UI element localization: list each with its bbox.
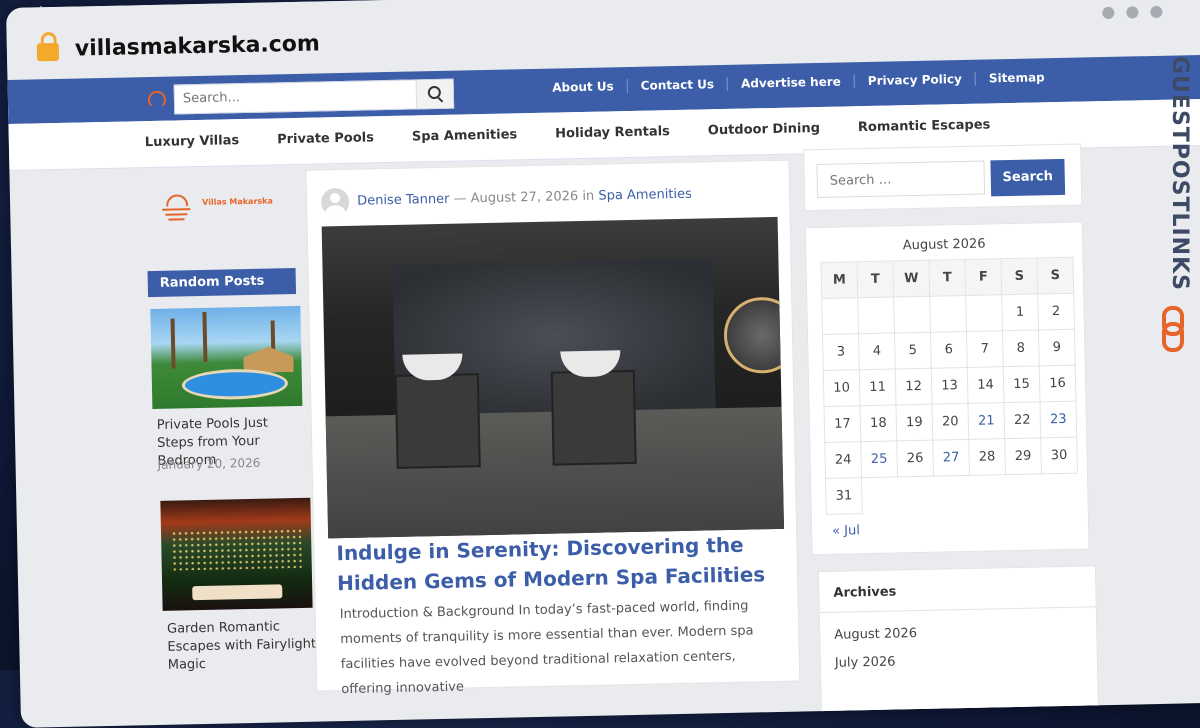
- calendar-day: 12: [895, 368, 933, 406]
- header-search: [173, 78, 455, 115]
- article-excerpt: Introduction & Background In today’s fas…: [339, 598, 754, 698]
- calendar-weekday: M: [821, 262, 859, 299]
- calendar-day[interactable]: 27: [933, 439, 971, 477]
- calendar-day: 28: [969, 439, 1007, 476]
- calendar-blank: [858, 297, 896, 335]
- watermark: GUESTPOSTLINKS: [1154, 56, 1194, 356]
- post-thumbnail[interactable]: [160, 497, 313, 611]
- calendar-day: 4: [859, 333, 896, 371]
- nav-item-outdoor-dining[interactable]: Outdoor Dining: [708, 121, 820, 138]
- calendar-day: 9: [1038, 329, 1076, 367]
- calendar-blank: [894, 296, 932, 334]
- avatar: [320, 187, 350, 217]
- calendar-blank: [930, 295, 967, 333]
- nav-item-holiday-rentals[interactable]: Holiday Rentals: [555, 124, 670, 141]
- post-date: January 20, 2026: [157, 455, 261, 472]
- window-dot-icon[interactable]: [1126, 6, 1139, 19]
- search-icon: [427, 85, 441, 100]
- calendar-day: 19: [896, 404, 934, 442]
- calendar-day: 7: [966, 331, 1004, 368]
- calendar-prev-link[interactable]: « Jul: [832, 523, 860, 539]
- nav-item-romantic-escapes[interactable]: Romantic Escapes: [858, 117, 991, 135]
- logo-text: Villas Makarska: [202, 196, 273, 207]
- lock-icon: [36, 42, 60, 62]
- calendar-weekday: F: [965, 259, 1003, 296]
- top-link-about[interactable]: About Us: [539, 79, 627, 95]
- calendar-blank: [966, 295, 1003, 332]
- calendar-day: 1: [1002, 294, 1039, 332]
- archive-link[interactable]: August 2026: [834, 626, 917, 643]
- calendar-day: 14: [967, 367, 1005, 404]
- sidebar-search-button[interactable]: Search: [990, 158, 1066, 197]
- archive-link[interactable]: July 2026: [835, 655, 896, 671]
- article-meta: Denise Tanner — August 27, 2026 in Spa A…: [357, 187, 692, 209]
- calendar-day: 15: [1003, 366, 1041, 404]
- calendar-weekday: W: [893, 260, 931, 298]
- site-logo-icon[interactable]: [147, 90, 167, 110]
- calendar-blank: [822, 298, 860, 335]
- calendar-weekday: S: [1001, 258, 1039, 296]
- nav-item-private-pools[interactable]: Private Pools: [277, 130, 374, 147]
- browser-window: villasmakarska.com About Us Contact Us A…: [6, 0, 1200, 728]
- sun-icon: [165, 194, 189, 207]
- calendar-day: 20: [932, 403, 970, 441]
- calendar-day: 18: [860, 405, 898, 443]
- calendar-day: 11: [859, 369, 897, 407]
- post-title[interactable]: Garden Romantic Escapes with Fairylight …: [167, 618, 318, 675]
- calendar-day: 10: [823, 370, 861, 407]
- meta-separator: —: [453, 191, 467, 207]
- calendar-day: 8: [1002, 330, 1040, 368]
- window-dot-icon[interactable]: [1150, 5, 1163, 19]
- calendar-day: 31: [826, 478, 863, 515]
- archives-title: Archives: [833, 584, 897, 601]
- calendar-weekday: T: [857, 261, 895, 299]
- sidebar-search-input[interactable]: [816, 160, 986, 199]
- top-link-advertise[interactable]: Advertise here: [726, 74, 854, 91]
- archives-widget: Archives August 2026 July 2026: [817, 565, 1099, 714]
- article-card: Denise Tanner — August 27, 2026 in Spa A…: [305, 159, 801, 697]
- chain-link-icon: [1162, 306, 1184, 352]
- watermark-text: GUESTPOSTLINKS: [1167, 56, 1192, 291]
- calendar-day: 16: [1039, 365, 1077, 403]
- category-link[interactable]: Spa Amenities: [598, 187, 692, 204]
- calendar-day: 13: [931, 367, 969, 405]
- top-links: About Us Contact Us Advertise here Priva…: [539, 69, 1058, 95]
- calendar-day: 17: [824, 406, 862, 443]
- calendar-day: 5: [895, 332, 932, 370]
- author-link[interactable]: Denise Tanner: [357, 192, 450, 209]
- meta-in: in: [582, 188, 595, 204]
- header-search-input[interactable]: [174, 80, 422, 112]
- post-thumbnail[interactable]: [150, 305, 303, 410]
- calendar-widget: August 2026 M T W T F S S 1 2 3 4 5 6 7 8 9 10 11 12 13 14 15…: [804, 221, 1090, 556]
- calendar-caption: August 2026: [902, 236, 986, 254]
- calendar-day: 26: [897, 440, 935, 478]
- calendar-day: 30: [1041, 437, 1078, 475]
- calendar-day[interactable]: 23: [1040, 401, 1078, 439]
- header-search-button[interactable]: [415, 79, 454, 109]
- article-date[interactable]: August 27, 2026: [471, 189, 579, 206]
- calendar-day: 24: [825, 442, 863, 479]
- nav-item-spa-amenities[interactable]: Spa Amenities: [412, 127, 518, 144]
- calendar-day[interactable]: 21: [968, 403, 1006, 440]
- calendar-day: 29: [1005, 438, 1042, 476]
- random-posts-title: Random Posts: [147, 267, 297, 298]
- calendar-grid: M T W T F S S 1 2 3 4 5 6 7 8 9 10 11 12 13 14 15 16 17 18 19 20 21…: [820, 256, 1079, 515]
- url-text[interactable]: villasmakarska.com: [75, 31, 320, 61]
- calendar-day[interactable]: 25: [861, 441, 899, 479]
- top-link-privacy[interactable]: Privacy Policy: [853, 71, 976, 89]
- calendar-weekday: S: [1037, 257, 1075, 295]
- calendar-day: 22: [1004, 402, 1042, 440]
- top-link-sitemap[interactable]: Sitemap: [974, 69, 1058, 86]
- featured-image[interactable]: [321, 216, 785, 539]
- calendar-day: 2: [1038, 293, 1075, 331]
- calendar-weekday: T: [929, 259, 967, 297]
- window-dot-icon[interactable]: [1102, 6, 1115, 20]
- calendar-day: 3: [823, 334, 860, 371]
- calendar-day: 6: [931, 331, 968, 369]
- site-logo[interactable]: Villas Makarska: [158, 186, 279, 229]
- nav-item-luxury-villas[interactable]: Luxury Villas: [145, 133, 240, 150]
- top-link-contact[interactable]: Contact Us: [626, 76, 728, 94]
- article-title[interactable]: Indulge in Serenity: Discovering the Hid…: [336, 529, 787, 598]
- sidebar-search: Search: [803, 143, 1083, 212]
